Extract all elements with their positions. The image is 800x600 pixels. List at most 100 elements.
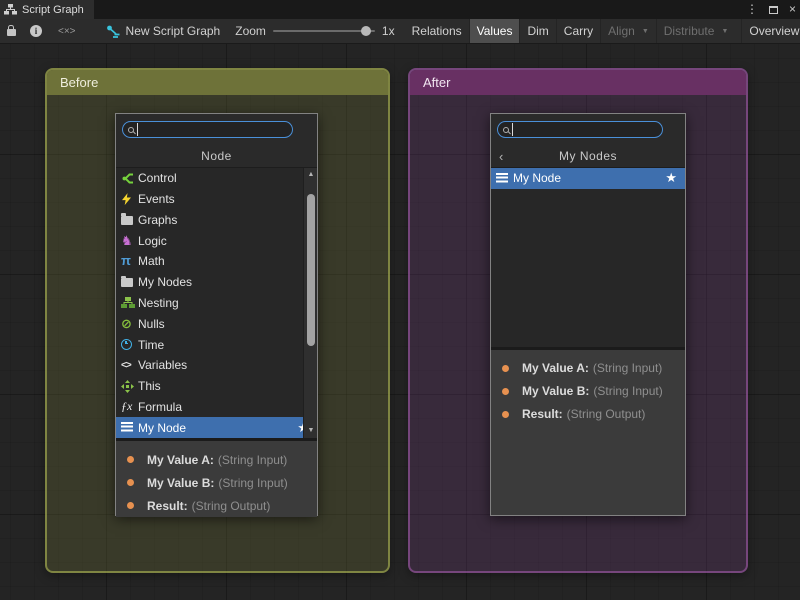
port-row[interactable]: My Value A: (String Input) bbox=[491, 357, 685, 380]
port-row[interactable]: Result: (String Output) bbox=[116, 494, 317, 517]
nesting-icon bbox=[121, 296, 138, 309]
finder-item-nulls[interactable]: ⊘ Nulls › bbox=[116, 313, 317, 334]
node-ports-panel: My Value A: (String Input) My Value B: (… bbox=[491, 350, 685, 515]
folder-icon bbox=[121, 215, 138, 225]
port-dot-icon[interactable] bbox=[127, 479, 134, 486]
tab-script-graph[interactable]: Script Graph bbox=[0, 0, 94, 19]
finder-item-control[interactable]: Control › bbox=[116, 168, 317, 189]
finder-item-events[interactable]: Events › bbox=[116, 189, 317, 210]
finder-item-my-node-selected[interactable]: My Node ★ bbox=[116, 417, 317, 438]
toolbar: <×> New Script Graph Zoom 1x Relations V… bbox=[0, 19, 800, 44]
zoom-slider[interactable] bbox=[273, 30, 375, 32]
new-script-graph-label: New Script Graph bbox=[126, 24, 221, 38]
code-view-button[interactable]: <×> bbox=[51, 19, 83, 43]
pi-icon: π bbox=[121, 255, 138, 267]
dim-button[interactable]: Dim bbox=[519, 19, 555, 43]
search-box[interactable] bbox=[497, 121, 663, 138]
port-dot-icon[interactable] bbox=[502, 388, 509, 395]
brackets-icon: <> bbox=[121, 360, 138, 371]
search-box[interactable] bbox=[122, 121, 293, 138]
group-title: After bbox=[423, 75, 450, 90]
fuzzy-finder-after: ‹ My Nodes My Node ★ My Value A: (String… bbox=[490, 113, 686, 516]
lock-icon bbox=[7, 29, 16, 36]
finder-header-label: My Nodes bbox=[559, 149, 617, 163]
folder-icon bbox=[121, 277, 138, 287]
values-button[interactable]: Values bbox=[469, 19, 520, 43]
favorite-star-icon[interactable]: ★ bbox=[665, 170, 677, 186]
dropdown-arrow-icon: ▼ bbox=[721, 28, 728, 35]
finder-item-my-node-selected[interactable]: My Node ★ bbox=[491, 168, 685, 189]
group-after-header[interactable]: After bbox=[410, 70, 746, 95]
info-icon bbox=[30, 25, 42, 37]
dropdown-arrow-icon: ▼ bbox=[642, 28, 649, 35]
overview-button[interactable]: Overview bbox=[741, 19, 800, 43]
relations-button[interactable]: Relations bbox=[405, 19, 469, 43]
formula-icon: ƒx bbox=[121, 399, 138, 414]
control-flow-icon bbox=[121, 172, 138, 185]
port-dot-icon[interactable] bbox=[127, 456, 134, 463]
scrollbar-thumb[interactable] bbox=[307, 194, 315, 346]
finder-header-label: Node bbox=[201, 149, 232, 163]
info-button[interactable] bbox=[23, 19, 49, 43]
toggle-buttons: Relations Values Dim Carry Align▼ Distri… bbox=[405, 19, 800, 43]
port-row[interactable]: Result: (String Output) bbox=[491, 403, 685, 426]
group-title: Before bbox=[60, 75, 98, 90]
port-row[interactable]: My Value B: (String Input) bbox=[116, 471, 317, 494]
search-row bbox=[491, 114, 685, 145]
node-wire-icon bbox=[106, 25, 121, 38]
finder-item-formula[interactable]: ƒx Formula bbox=[116, 396, 317, 417]
group-before-header[interactable]: Before bbox=[47, 70, 388, 95]
code-view-icon: <×> bbox=[58, 26, 76, 37]
node-icon bbox=[496, 173, 513, 184]
kebab-menu-icon[interactable]: ⋮ bbox=[746, 0, 758, 19]
new-script-graph-button[interactable]: New Script Graph bbox=[99, 19, 228, 43]
finder-list-empty bbox=[491, 189, 685, 347]
finder-item-logic[interactable]: ♞ Logic › bbox=[116, 230, 317, 251]
finder-header: ‹ My Nodes bbox=[491, 145, 685, 168]
back-chevron-icon[interactable]: ‹ bbox=[499, 146, 504, 167]
port-dot-icon[interactable] bbox=[502, 411, 509, 418]
finder-item-this[interactable]: This bbox=[116, 376, 317, 397]
this-icon bbox=[121, 380, 138, 393]
close-icon[interactable]: × bbox=[789, 0, 796, 19]
port-row[interactable]: My Value A: (String Input) bbox=[116, 448, 317, 471]
lock-button[interactable] bbox=[0, 19, 23, 43]
scroll-up-icon[interactable]: ▲ bbox=[304, 169, 317, 181]
clock-icon bbox=[121, 339, 138, 350]
zoom-value: 1x bbox=[382, 24, 395, 38]
node-ports-panel: My Value A: (String Input) My Value B: (… bbox=[116, 441, 317, 517]
search-icon bbox=[128, 127, 134, 133]
scroll-down-icon[interactable]: ▼ bbox=[304, 425, 317, 437]
maximize-icon[interactable] bbox=[769, 6, 778, 14]
search-row bbox=[116, 114, 317, 145]
zoom-slider-handle[interactable] bbox=[361, 26, 371, 36]
finder-item-nesting[interactable]: Nesting › bbox=[116, 293, 317, 314]
carry-button[interactable]: Carry bbox=[556, 19, 600, 43]
tab-label: Script Graph bbox=[22, 4, 84, 16]
finder-item-time[interactable]: Time › bbox=[116, 334, 317, 355]
window-controls: ⋮ × bbox=[746, 0, 796, 19]
search-input[interactable] bbox=[137, 123, 287, 136]
align-dropdown[interactable]: Align▼ bbox=[600, 19, 656, 43]
port-row[interactable]: My Value B: (String Input) bbox=[491, 380, 685, 403]
finder-header: Node bbox=[116, 145, 317, 168]
zoom-label: Zoom bbox=[235, 24, 266, 38]
script-graph-window: Script Graph ⋮ × <×> New Script Graph Zo… bbox=[0, 0, 800, 600]
port-dot-icon[interactable] bbox=[502, 365, 509, 372]
finder-item-my-nodes[interactable]: My Nodes › bbox=[116, 272, 317, 293]
knight-icon: ♞ bbox=[121, 235, 138, 247]
distribute-dropdown[interactable]: Distribute▼ bbox=[656, 19, 736, 43]
finder-item-graphs[interactable]: Graphs › bbox=[116, 210, 317, 231]
lightning-icon bbox=[121, 193, 138, 205]
null-icon: ⊘ bbox=[121, 318, 138, 330]
finder-item-variables[interactable]: <> Variables › bbox=[116, 355, 317, 376]
node-icon bbox=[121, 422, 138, 433]
search-icon bbox=[503, 127, 509, 133]
port-dot-icon[interactable] bbox=[127, 502, 134, 509]
fuzzy-finder-before: Node Control › Events › Graphs › bbox=[115, 113, 318, 516]
finder-item-math[interactable]: π Math › bbox=[116, 251, 317, 272]
search-input[interactable] bbox=[512, 123, 657, 136]
graph-canvas[interactable]: Before After Node Control › bbox=[0, 44, 800, 600]
finder-list: Control › Events › Graphs › ♞ Logic › bbox=[116, 168, 317, 438]
scrollbar[interactable]: ▲ ▼ bbox=[303, 168, 317, 438]
